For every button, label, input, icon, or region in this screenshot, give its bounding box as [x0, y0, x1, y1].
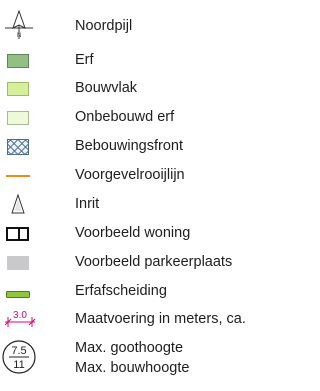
- house-example-icon: [0, 221, 54, 245]
- unbuilt-yard-swatch: [0, 105, 54, 129]
- gutter-height-value: 7.5: [11, 345, 26, 357]
- legend-item-building-area: Bouwvlak: [0, 76, 277, 100]
- legend-item-facade-line: Voorgevelrooijlijn: [0, 163, 277, 187]
- yard-swatch: [0, 48, 54, 72]
- building-height-value: 11: [13, 359, 24, 371]
- dimension-value: 3.0: [13, 310, 27, 321]
- building-front-hatch-icon: [0, 134, 54, 158]
- north-arrow-icon: N: [0, 9, 54, 39]
- fence-swatch: [0, 279, 54, 303]
- facade-line-icon: [0, 163, 54, 187]
- dimension-icon: 3.0: [0, 307, 54, 331]
- building-area-swatch: [0, 76, 54, 100]
- legend-label: Max. goothoogte: [75, 340, 184, 356]
- legend-label: Voorbeeld parkeerplaats: [75, 254, 233, 270]
- legend-label: Maatvoering in meters, ca.: [75, 311, 246, 327]
- north-label: N: [17, 33, 21, 39]
- parking-example-swatch: [0, 250, 54, 274]
- legend-label: Inrit: [75, 196, 100, 212]
- legend-label: Erfafscheiding: [75, 283, 167, 299]
- legend-item-fence: Erfafscheiding: [0, 279, 277, 303]
- driveway-triangle-icon: [0, 192, 54, 216]
- map-legend: N Noordpijl Erf Bouwvlak Onbebouwd erf B…: [0, 0, 277, 391]
- height-circle-icon: 7.5 11: [0, 335, 54, 383]
- legend-item-dimension: 3.0 Maatvoering in meters, ca.: [0, 307, 277, 331]
- legend-label: Erf: [75, 52, 94, 68]
- legend-item-parking-example: Voorbeeld parkeerplaats: [0, 250, 277, 274]
- legend-item-house-example: Voorbeeld woning: [0, 221, 277, 245]
- legend-label: Bouwvlak: [75, 80, 138, 96]
- legend-label-secondary: Max. bouwhoogte: [75, 360, 190, 376]
- legend-item-yard: Erf: [0, 48, 277, 72]
- legend-item-north-arrow: N Noordpijl: [0, 9, 277, 39]
- legend-label: Onbebouwd erf: [75, 109, 175, 125]
- legend-label: Voorbeeld woning: [75, 225, 191, 241]
- legend-item-driveway: Inrit: [0, 192, 277, 216]
- legend-label: Bebouwingsfront: [75, 138, 184, 154]
- legend-item-height: 7.5 11 Max. goothoogte Max. bouwhoogte: [0, 335, 277, 383]
- legend-label: Noordpijl: [75, 18, 133, 34]
- legend-label: Voorgevelrooijlijn: [75, 167, 185, 183]
- legend-item-building-front: Bebouwingsfront: [0, 134, 277, 158]
- legend-item-unbuilt-yard: Onbebouwd erf: [0, 105, 277, 129]
